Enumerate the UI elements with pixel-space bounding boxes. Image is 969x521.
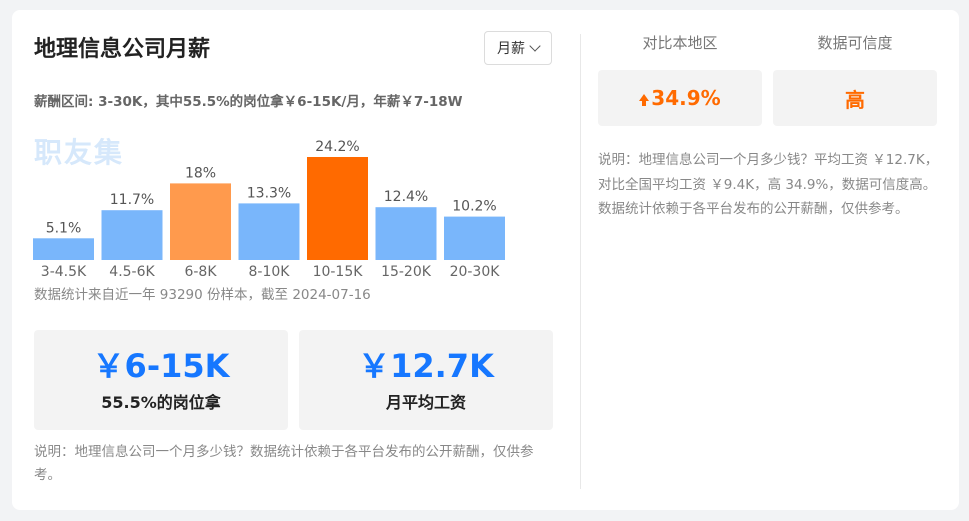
bar-value-label: 24.2% [315,139,359,155]
stat-average-salary: ￥12.7K 月平均工资 [299,330,553,430]
bar-15-20K [375,207,437,260]
chevron-down-icon [529,40,541,52]
salary-card: 地理信息公司月薪 月薪 薪酬区间: 3-30K，其中55.5%的岗位拿￥6-15… [12,10,959,510]
local-comparison-header: 对比本地区 [642,34,718,52]
bar-20-30K [444,216,505,260]
stat-average-salary-value: ￥12.7K [358,347,494,385]
bar-value-label: 13.3% [247,185,291,201]
sample-source-note: 数据统计来自近一年 93290 份样本，截至 2024-07-16 [34,287,371,303]
left-disclaimer: 说明：地理信息公司一个月多少钱？数据统计依赖于各平台发布的公开薪酬，仅供参考。 [34,444,534,483]
comparison-panel: 对比本地区 数据可信度 34.9% 高 说明：地理信息公司一个月多少钱？平均工资… [598,10,943,510]
bar-category-label: 20-30K [450,264,501,280]
salary-distribution-panel: 地理信息公司月薪 月薪 薪酬区间: 3-30K，其中55.5%的岗位拿￥6-15… [12,10,580,510]
bar-value-label: 10.2% [452,199,496,215]
local-comparison-value: 34.9% [651,86,721,110]
bar-6-8K [170,183,231,260]
bar-3-4.5K [33,238,94,260]
bar-category-label: 3-4.5K [41,264,87,280]
right-disclaimer: 说明：地理信息公司一个月多少钱？平均工资 ￥12.7K，对比全国平均工资 ￥9.… [598,152,939,217]
bar-10-15K [307,157,368,260]
stat-salary-range-label: 55.5%的岗位拿 [101,393,221,412]
credibility-header: 数据可信度 [817,34,893,52]
stat-salary-range-value: ￥6-15K [92,347,230,385]
bar-value-label: 18% [185,165,216,181]
bar-category-label: 10-15K [313,264,364,280]
period-dropdown[interactable]: 月薪 [484,31,552,65]
credibility-value: 高 [845,87,865,112]
credibility-box: 高 [773,70,937,126]
arrow-up-icon [639,93,650,106]
stat-average-salary-label: 月平均工资 [385,393,466,412]
bar-8-10K [238,203,300,260]
page-title: 地理信息公司月薪 [34,37,211,62]
bar-value-label: 12.4% [384,189,428,205]
salary-distribution-chart: 5.1% 3-4.5K 11.7% 4.5-6K 18% 6-8K 13.3% 8-10K 24… [33,139,505,280]
stat-salary-range: ￥6-15K 55.5%的岗位拿 [34,330,288,430]
period-dropdown-value: 月薪 [497,41,525,57]
bar-category-label: 4.5-6K [109,264,155,280]
panel-divider [580,34,581,489]
bar-category-label: 8-10K [249,264,291,280]
bar-value-label: 11.7% [110,192,154,208]
salary-range-summary: 薪酬区间: 3-30K，其中55.5%的岗位拿￥6-15K/月，年薪￥7-18W [34,94,463,110]
bar-category-label: 6-8K [184,264,217,280]
bar-category-label: 15-20K [381,264,432,280]
local-comparison-box: 34.9% [598,70,762,126]
bar-value-label: 5.1% [46,220,82,236]
bar-4.5-6K [101,210,163,260]
